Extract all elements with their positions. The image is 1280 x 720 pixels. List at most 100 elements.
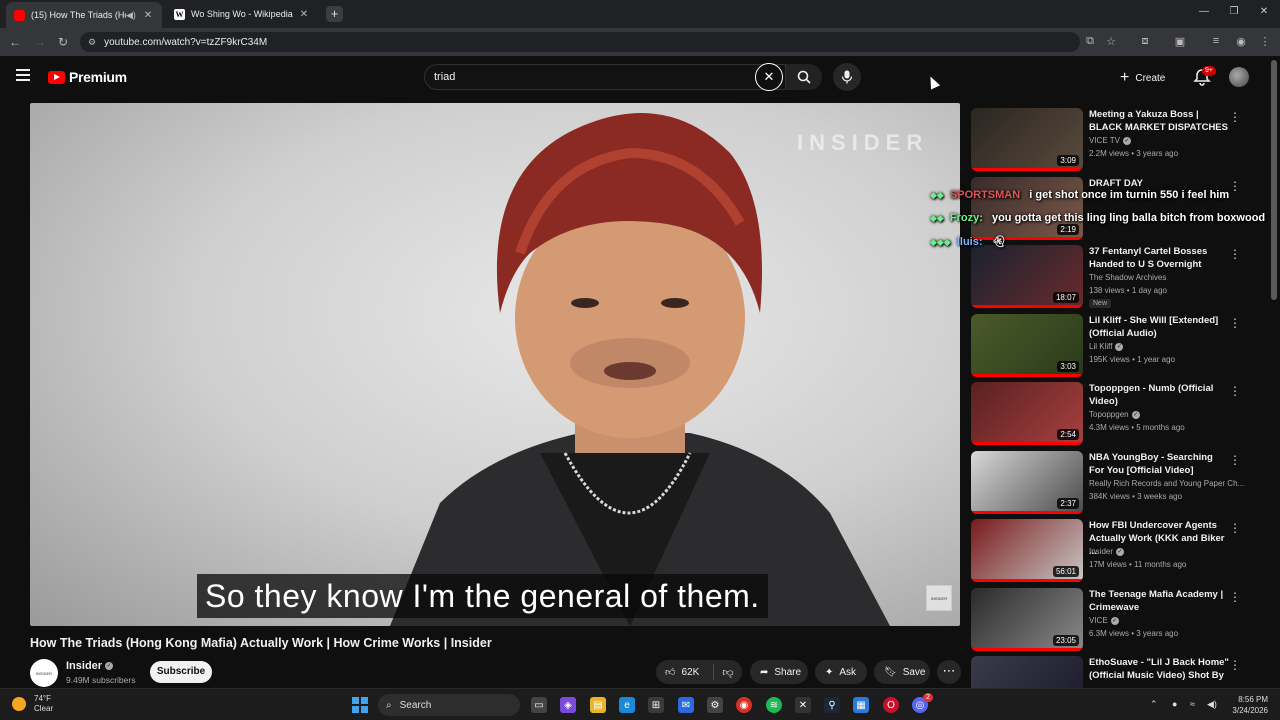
save-button[interactable]: 🔖︎ Save	[874, 660, 930, 684]
recommended-channel[interactable]: Really Rich Records and Young Paper Ch..…	[1089, 479, 1244, 488]
video-thumbnail[interactable]: 18:07	[971, 245, 1083, 308]
copilot-icon[interactable]: ◈	[560, 697, 576, 713]
more-options-icon[interactable]: ⋮	[1229, 453, 1241, 467]
photos-icon[interactable]: ▦	[853, 697, 869, 713]
close-tab-icon[interactable]: ✕	[142, 10, 154, 21]
channel-watermark-logo[interactable]: INSIDER	[926, 585, 952, 611]
recommended-channel[interactable]: Insider ✓	[1089, 547, 1125, 556]
task-view-icon[interactable]: ▭	[531, 697, 547, 713]
file-explorer-icon[interactable]: ▤	[590, 697, 606, 713]
chrome-icon[interactable]: ◉	[736, 697, 752, 713]
video-thumbnail[interactable]: 2:37	[971, 451, 1083, 514]
hamburger-menu-icon[interactable]	[16, 69, 30, 84]
clear-search-icon[interactable]: ✕	[755, 63, 783, 91]
recommended-video[interactable]: 3:03 Lil Kliff - She Will [Extended] (Off…	[971, 314, 1261, 378]
minimize-icon[interactable]: —	[1194, 6, 1214, 17]
video-thumbnail[interactable]: 56:01	[971, 519, 1083, 582]
xbox-icon[interactable]: ✕	[795, 697, 811, 713]
create-button[interactable]: + Create	[1120, 67, 1165, 89]
opera-icon[interactable]: O	[883, 697, 899, 713]
spotify-icon[interactable]: ≋	[766, 697, 782, 713]
video-thumbnail[interactable]: 3:09	[971, 108, 1083, 171]
channel-name[interactable]: Insider ✓	[66, 660, 114, 672]
more-actions-icon[interactable]: ⋯	[937, 660, 961, 684]
speaker-icon[interactable]: ◀)	[126, 10, 138, 21]
close-tab-icon[interactable]: ✕	[298, 9, 310, 20]
recommended-channel[interactable]: Topoppgen ✓	[1089, 410, 1140, 419]
recommended-video[interactable]: 56:01 How FBI Undercover Agents Actually …	[971, 519, 1261, 583]
dislike-button[interactable]: 👎︎	[714, 666, 742, 679]
video-thumbnail[interactable]: 23:05	[971, 588, 1083, 651]
reload-icon[interactable]: ↻	[55, 35, 71, 49]
more-options-icon[interactable]: ⋮	[1229, 521, 1241, 535]
search-input[interactable]: triad	[424, 64, 786, 90]
wifi-icon[interactable]: ≈	[1190, 699, 1195, 709]
recommended-video[interactable]: 2:37 NBA YoungBoy - Searching For You [Of…	[971, 451, 1261, 515]
extensions-icon[interactable]: ⧈	[1137, 35, 1153, 48]
recommended-title[interactable]: 37 Fentanyl Cartel Bosses Handed to U S …	[1089, 245, 1229, 271]
recommended-video[interactable]: 3:09 Meeting a Yakuza Boss | BLACK MARKET…	[971, 108, 1261, 172]
close-window-icon[interactable]: ✕	[1254, 6, 1274, 17]
video-thumbnail[interactable]: 3:03	[971, 314, 1083, 377]
bookmark-star-icon[interactable]: ☆	[1103, 35, 1119, 48]
recommended-channel[interactable]: Lil Kliff ✓	[1089, 342, 1124, 351]
tab-wikipedia[interactable]: W Wo Shing Wo - Wikipedia ✕	[166, 3, 318, 25]
recommended-title[interactable]: Meeting a Yakuza Boss | BLACK MARKET DIS…	[1089, 108, 1229, 134]
taskbar-clock[interactable]: 8:56 PM 3/24/2026	[1222, 694, 1268, 716]
subscribe-button[interactable]: Subscribe	[150, 661, 212, 683]
more-options-icon[interactable]: ⋮	[1229, 316, 1241, 330]
recommended-channel[interactable]: VICE ✓	[1089, 616, 1119, 625]
steam-icon[interactable]: ⚲	[824, 697, 840, 713]
like-button[interactable]: 👍︎ 62K	[656, 664, 714, 680]
split-view-icon[interactable]: ▣	[1172, 35, 1188, 48]
recommended-video[interactable]: 2:19 DRAFT DAY ⋮	[971, 177, 1261, 241]
recommended-channel[interactable]: The Shadow Archives	[1089, 273, 1166, 282]
maximize-icon[interactable]: ❐	[1224, 6, 1244, 17]
start-button[interactable]	[352, 697, 368, 713]
site-info-icon[interactable]: ⚙	[88, 37, 96, 48]
microphone-tray-icon[interactable]: ●	[1172, 699, 1177, 709]
more-options-icon[interactable]: ⋮	[1229, 247, 1241, 261]
voice-search-button[interactable]	[833, 63, 861, 91]
volume-icon[interactable]: ◀)	[1207, 699, 1217, 710]
forward-icon[interactable]: →	[32, 35, 48, 49]
recommended-channel[interactable]: VICE TV ✓	[1089, 136, 1131, 145]
channel-avatar[interactable]: INSIDER	[30, 659, 58, 687]
taskbar-search[interactable]: ⌕ Search	[378, 694, 520, 716]
edge-icon[interactable]: e	[619, 697, 635, 713]
more-options-icon[interactable]: ⋮	[1229, 179, 1241, 193]
recommended-title[interactable]: Topoppgen - Numb (Official Video)	[1089, 382, 1229, 408]
recommended-title[interactable]: The Teenage Mafia Academy | Crimewave	[1089, 588, 1229, 614]
video-thumbnail[interactable]: 2:54	[971, 382, 1083, 445]
menu-dots-icon[interactable]: ⋮	[1257, 35, 1273, 48]
media-icon[interactable]: ≡	[1208, 35, 1224, 47]
tab-youtube[interactable]: (15) How The Triads (Hong Kong Mafia) Ac…	[6, 2, 162, 28]
recommended-video[interactable]: 18:07 37 Fentanyl Cartel Bosses Handed to…	[971, 245, 1261, 309]
more-options-icon[interactable]: ⋮	[1229, 110, 1241, 124]
more-options-icon[interactable]: ⋮	[1229, 384, 1241, 398]
youtube-logo[interactable]: Premium	[48, 69, 127, 85]
more-options-icon[interactable]: ⋮	[1229, 658, 1241, 672]
recommended-video[interactable]: 2:54 Topoppgen - Numb (Official Video) Top…	[971, 382, 1261, 446]
recommended-title[interactable]: NBA YoungBoy - Searching For You [Offici…	[1089, 451, 1229, 477]
video-thumbnail[interactable]: 2:19	[971, 177, 1083, 240]
weather-widget[interactable]: 74°F Clear	[12, 694, 53, 714]
more-options-icon[interactable]: ⋮	[1229, 590, 1241, 604]
search-button[interactable]	[786, 64, 822, 90]
outlook-icon[interactable]: ✉	[678, 697, 694, 713]
tray-overflow-icon[interactable]: ⌃	[1150, 699, 1158, 710]
video-player[interactable]: INSIDER	[30, 103, 960, 626]
new-tab-button[interactable]: +	[326, 6, 343, 22]
recommended-title[interactable]: Lil Kliff - She Will [Extended] (Officia…	[1089, 314, 1229, 340]
app-icon[interactable]: ⚙	[707, 697, 723, 713]
account-avatar[interactable]	[1229, 67, 1249, 87]
install-icon[interactable]: ⧉	[1082, 35, 1098, 48]
recommended-video[interactable]: 23:05 The Teenage Mafia Academy | Crimewa…	[971, 588, 1261, 652]
back-icon[interactable]: ←	[7, 35, 23, 49]
profile-icon[interactable]: ◉	[1233, 35, 1249, 48]
page-scrollbar[interactable]	[1271, 60, 1277, 300]
store-icon[interactable]: ⊞	[648, 697, 664, 713]
share-button[interactable]: ➦ Share	[750, 660, 808, 684]
ask-button[interactable]: ✦ Ask	[815, 660, 867, 684]
url-field[interactable]: ⚙ youtube.com/watch?v=tzZF9krC34M	[80, 32, 1080, 52]
